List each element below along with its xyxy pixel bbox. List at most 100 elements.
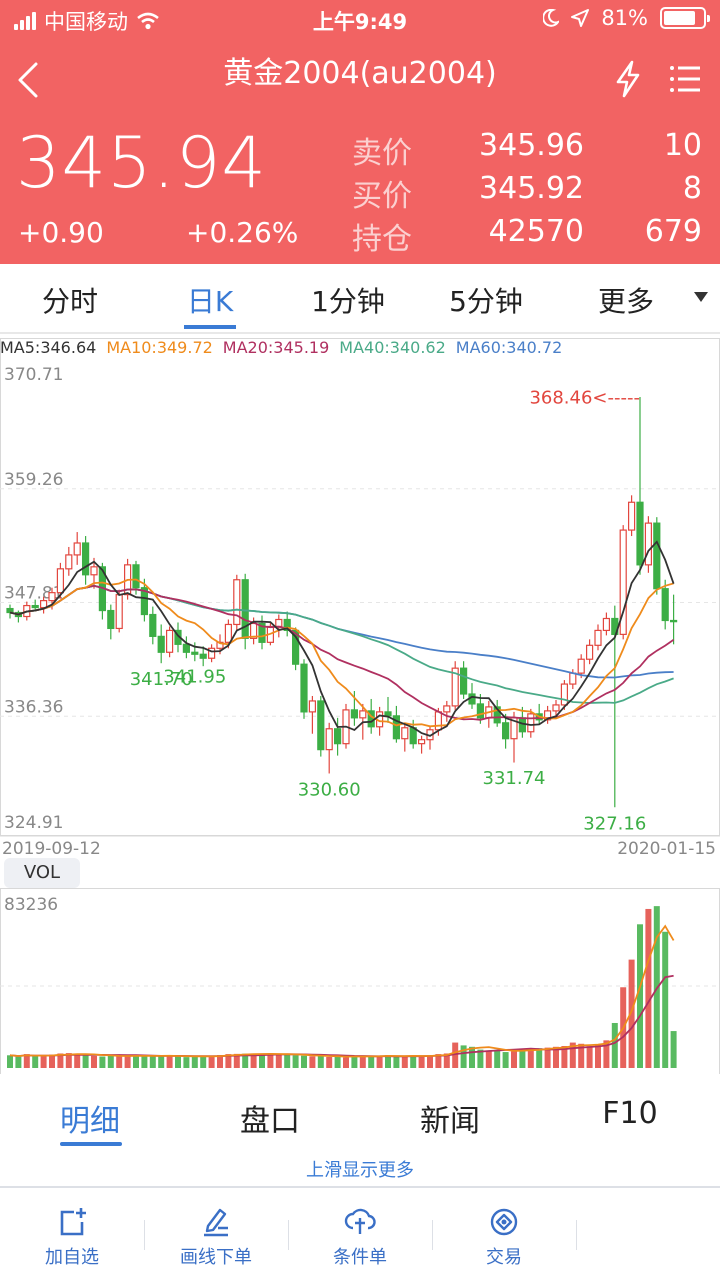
bid-label: 买价 [352,179,412,214]
candle [485,700,493,728]
price-change: +0.90 [18,216,104,249]
volume-bar [385,1055,391,1068]
active-tab-indicator [184,325,236,329]
candle-body [669,619,678,623]
battery-fill [664,11,695,25]
volume-bar [343,1057,349,1068]
add-watchlist-button[interactable]: 加自选 [0,1188,144,1281]
ma10-label: MA10:349.72 [106,338,213,357]
volume-bar [301,1055,307,1068]
menu-icon[interactable] [668,62,702,96]
conditional-order-button[interactable]: 条件单 [288,1188,432,1281]
bid-price: 345.92 [479,171,584,206]
candle-body [275,618,283,628]
candle-body [401,727,409,740]
divider [576,1220,577,1250]
x-tick-label-start: 2019-09-12 [2,839,101,858]
volume-chart[interactable]: 83236 [0,888,720,1074]
candle [81,536,90,585]
tab-daily-k[interactable]: 日K [170,280,250,320]
quote-header: 中国移动 上午9:49 81% 黄金2004(au2004) 345.94 +0… [0,0,720,264]
chevron-down-icon[interactable] [694,292,708,302]
vol-ma5-line [9,924,675,1058]
info-tabs: 明细 盘口 新闻 F10 [0,1074,720,1150]
draw-line-order-button[interactable]: 画线下单 [144,1188,288,1281]
volume-bar [292,1055,299,1068]
candle [115,589,123,633]
draw-line-icon [204,1208,228,1237]
swipe-up-hint[interactable]: 上滑显示更多 [0,1156,720,1182]
tab-f10[interactable]: F10 [580,1096,680,1131]
volume-bar [175,1056,181,1068]
candle [401,723,409,752]
price-annotation: 368.46<----- [529,387,640,408]
tab-details[interactable]: 明细 [40,1096,140,1140]
candle-body [115,594,123,630]
volume-bar [536,1048,543,1068]
candle-body [653,522,661,590]
ma5-label: MA5:346.64 [0,338,97,357]
candle [653,517,661,595]
candle [208,644,216,663]
volume-bar [460,1045,467,1068]
volume-bar [519,1049,526,1068]
ma20-label: MA20:345.19 [222,338,330,357]
tab-5min[interactable]: 5分钟 [438,280,534,320]
volume-bar [670,1031,677,1068]
volume-bar [116,1056,123,1068]
tab-1min[interactable]: 1分钟 [300,280,396,320]
trade-button[interactable]: 交易 [432,1188,576,1281]
open-interest-row: 持仓 42570 679 [352,214,702,258]
volume-bar [99,1056,106,1068]
volume-bar [7,1055,13,1068]
candle-body [48,592,56,602]
candle [460,661,468,699]
candle [325,722,333,774]
candle [65,546,73,576]
candle [493,699,501,727]
candle-body [627,501,636,531]
conditional-order-icon [344,1208,376,1234]
period-tabs: 分时 日K 1分钟 5分钟 更多 [0,264,720,334]
flash-icon[interactable] [612,60,644,98]
volume-bar [149,1055,156,1068]
candle [182,636,190,659]
candlestick-chart[interactable]: 370.71359.26347.81336.36324.912019-09-12… [0,338,720,858]
volume-bar [284,1054,291,1068]
candle-body [384,711,392,717]
price-annotation: 331.74 [483,768,546,789]
battery-percent: 81% [601,6,648,30]
candle [636,396,644,575]
volume-bar [40,1055,47,1068]
ma60-line [9,584,674,679]
tab-order-book[interactable]: 盘口 [220,1096,320,1140]
volume-bar [351,1056,358,1068]
candle-body [308,700,316,713]
candle [418,735,426,754]
volume-bar [158,1056,165,1068]
candle [14,610,22,623]
vol-indicator-chip[interactable]: VOL [4,858,80,888]
candle [308,695,316,734]
candle [283,611,291,637]
candle [594,624,602,651]
volume-bar [393,1056,400,1068]
tab-intraday[interactable]: 分时 [30,280,110,320]
volume-bar [586,1046,593,1068]
candle-body [443,705,451,713]
candle-body [6,607,14,614]
ask-row: 卖价 345.96 10 [352,128,702,172]
tab-more[interactable]: 更多 [586,280,666,320]
vol-tick-label: 83236 [4,895,58,915]
volume-bar [527,1048,534,1068]
candle-body [149,613,157,637]
candle [258,615,266,650]
candle-body [636,501,644,566]
tab-news[interactable]: 新闻 [400,1096,500,1140]
candle [149,606,157,645]
candle-body [334,728,342,745]
candle-body [107,609,115,630]
candle [602,612,611,636]
x-tick-label-end: 2020-01-15 [617,839,716,858]
candle-body [191,651,199,655]
